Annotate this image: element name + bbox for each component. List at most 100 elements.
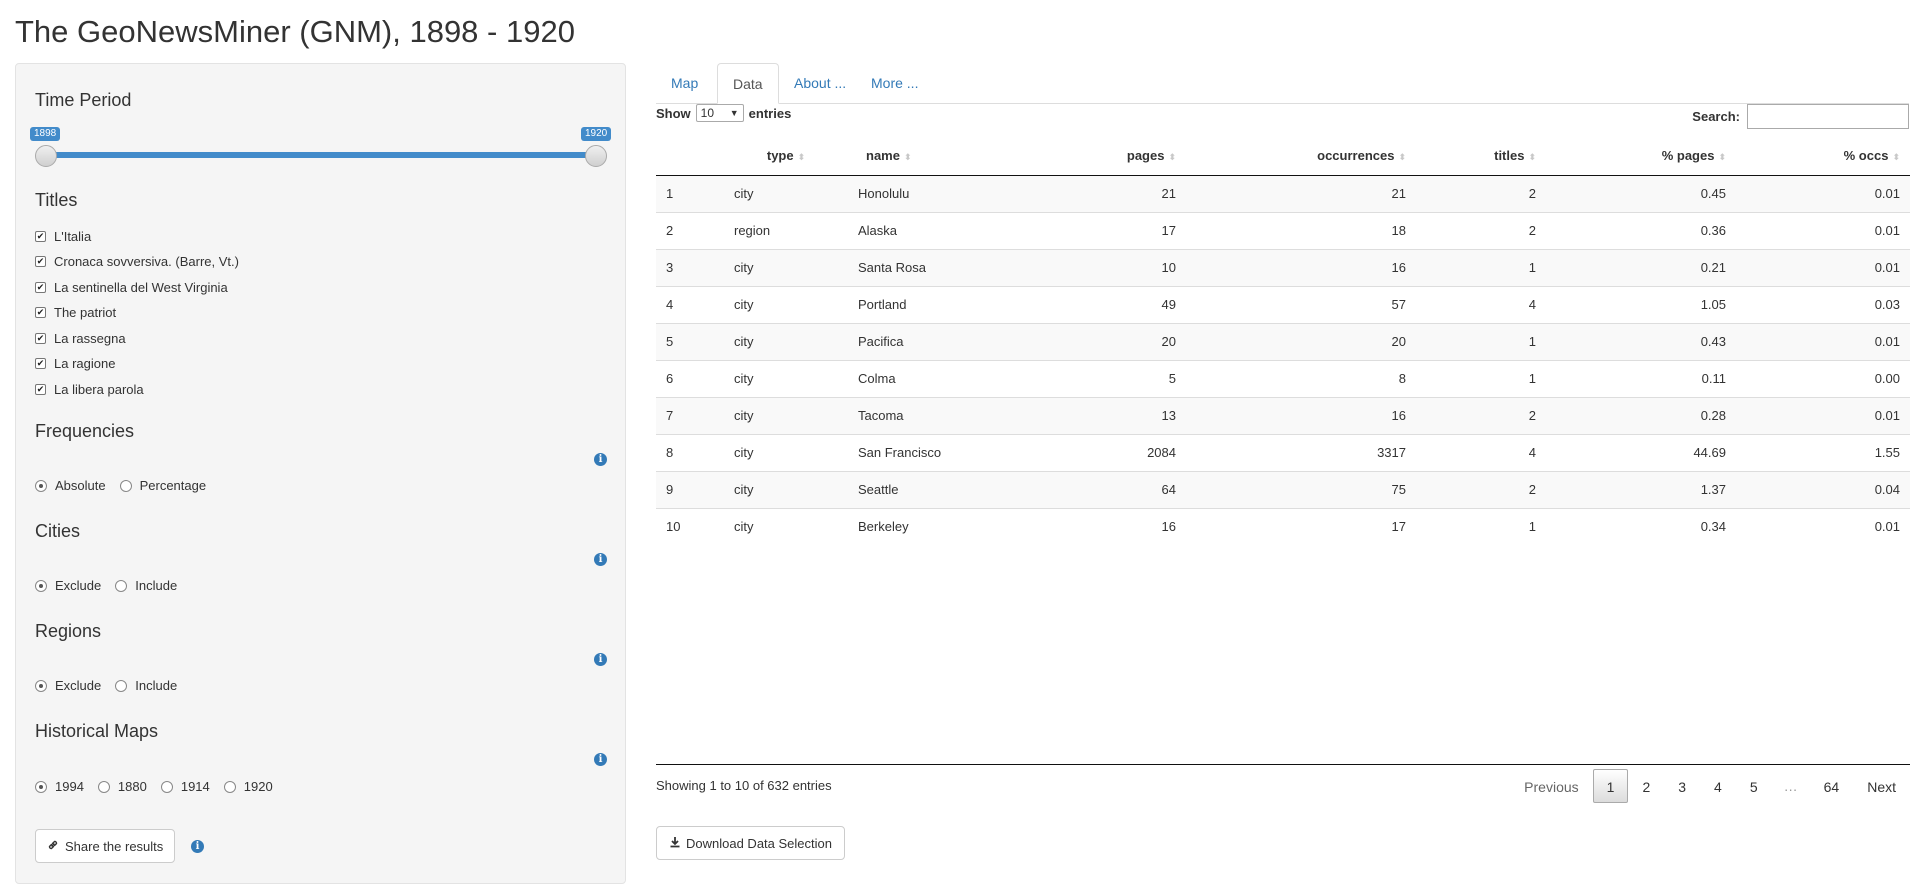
title-checkbox-label: L'Italia bbox=[54, 228, 92, 244]
column-header-occs[interactable]: % occs ⬍ bbox=[1736, 136, 1910, 176]
share-info-icon[interactable]: i bbox=[191, 840, 204, 853]
column-header-titles[interactable]: titles ⬍ bbox=[1416, 136, 1546, 176]
table-cell: 2 bbox=[1416, 470, 1546, 508]
slider-max-handle[interactable] bbox=[585, 145, 607, 167]
table-cell: Honolulu bbox=[848, 174, 1048, 212]
page-button-2[interactable]: 2 bbox=[1628, 769, 1664, 803]
sort-icon[interactable]: ⬍ bbox=[1398, 152, 1406, 162]
title-checkbox-row[interactable]: ✔ The patriot bbox=[35, 304, 116, 322]
page-length-select[interactable]: 10 ▼ bbox=[695, 104, 744, 122]
title-checkbox-row[interactable]: ✔ La sentinella del West Virginia bbox=[35, 278, 228, 296]
table-row[interactable]: 10 city Berkeley 16 17 1 0.34 0.01 bbox=[656, 507, 1910, 545]
column-header-type[interactable]: type ⬍ bbox=[724, 136, 848, 176]
tab-map[interactable]: Map bbox=[656, 63, 713, 104]
tab-data[interactable]: Data bbox=[717, 63, 779, 104]
radio-button[interactable] bbox=[223, 780, 236, 793]
chevron-down-icon: ▼ bbox=[729, 108, 739, 118]
title-checkbox-label: La rassegna bbox=[54, 330, 126, 346]
slider-track[interactable] bbox=[46, 152, 606, 158]
radio-button[interactable] bbox=[35, 479, 47, 492]
share-results-button[interactable]: Share the results bbox=[35, 829, 176, 863]
title-checkbox[interactable]: ✔ bbox=[35, 281, 46, 293]
historical-maps-option-1914[interactable]: 1914 bbox=[160, 779, 210, 794]
title-checkbox[interactable]: ✔ bbox=[35, 358, 46, 369]
column-header-name[interactable]: name ⬍ bbox=[848, 136, 1048, 176]
radio-button[interactable] bbox=[35, 579, 47, 592]
column-header-pages[interactable]: pages ⬍ bbox=[1048, 136, 1186, 176]
page-button-64[interactable]: 64 bbox=[1810, 769, 1854, 803]
sort-icon[interactable]: ⬍ bbox=[1168, 152, 1176, 162]
table-cell: 20 bbox=[1048, 322, 1186, 360]
sort-icon[interactable]: ⬍ bbox=[1528, 152, 1536, 162]
title-checkbox[interactable]: ✔ bbox=[35, 332, 46, 344]
table-row[interactable]: 4 city Portland 49 57 4 1.05 0.03 bbox=[656, 285, 1910, 323]
table-cell: 9 bbox=[656, 470, 724, 508]
page-button-1[interactable]: 1 bbox=[1592, 769, 1629, 803]
search-input[interactable] bbox=[1747, 104, 1909, 129]
radio-button[interactable] bbox=[160, 780, 173, 793]
column-header-occurrences[interactable]: occurrences ⬍ bbox=[1186, 136, 1416, 176]
table-row[interactable]: 2 region Alaska 17 18 2 0.36 0.01 bbox=[656, 211, 1910, 249]
title-checkbox-row[interactable]: ✔ La libera parola bbox=[35, 380, 144, 398]
regions-option-exclude[interactable]: Exclude bbox=[35, 678, 101, 693]
cities-info-icon[interactable]: i bbox=[594, 553, 607, 566]
radio-button[interactable] bbox=[97, 780, 110, 793]
table-cell: 8 bbox=[1186, 359, 1416, 397]
slider-min-handle[interactable] bbox=[35, 145, 57, 167]
table-cell: 16 bbox=[1186, 248, 1416, 286]
table-cell: 18 bbox=[1186, 211, 1416, 249]
previous-page-button[interactable]: Previous bbox=[1510, 769, 1592, 803]
title-checkbox[interactable]: ✔ bbox=[35, 307, 46, 318]
frequencies-option-percentage[interactable]: Percentage bbox=[119, 478, 207, 493]
radio-label: Percentage bbox=[139, 478, 207, 493]
frequencies-info-icon[interactable]: i bbox=[594, 453, 607, 466]
radio-button[interactable] bbox=[119, 479, 132, 492]
radio-button[interactable] bbox=[35, 780, 47, 793]
radio-button[interactable] bbox=[115, 579, 128, 592]
table-row[interactable]: 9 city Seattle 64 75 2 1.37 0.04 bbox=[656, 470, 1910, 508]
title-checkbox[interactable]: ✔ bbox=[35, 230, 46, 242]
title-checkbox[interactable]: ✔ bbox=[35, 383, 46, 395]
page-button-5[interactable]: 5 bbox=[1736, 769, 1772, 803]
radio-button[interactable] bbox=[35, 679, 47, 692]
sort-icon[interactable]: ⬍ bbox=[798, 152, 806, 162]
table-row[interactable]: 8 city San Francisco 2084 3317 4 44.69 1.55 bbox=[656, 433, 1910, 471]
title-checkbox-row[interactable]: ✔ La rassegna bbox=[35, 329, 126, 347]
page-button-4[interactable]: 4 bbox=[1700, 769, 1736, 803]
title-checkbox[interactable]: ✔ bbox=[35, 256, 46, 267]
table-search: Search: bbox=[1692, 104, 1909, 129]
title-checkbox-row[interactable]: ✔ Cronaca sovversiva. (Barre, Vt.) bbox=[35, 253, 239, 271]
historical-maps-option-1994[interactable]: 1994 bbox=[35, 779, 84, 794]
table-cell: 0.01 bbox=[1736, 174, 1910, 212]
historical-maps-option-1880[interactable]: 1880 bbox=[97, 779, 147, 794]
column-header-pages[interactable]: % pages ⬍ bbox=[1546, 136, 1736, 176]
next-page-button[interactable]: Next bbox=[1853, 769, 1910, 803]
table-row[interactable]: 3 city Santa Rosa 10 16 1 0.21 0.01 bbox=[656, 248, 1910, 286]
sort-icon[interactable]: ⬍ bbox=[1892, 152, 1900, 162]
table-row[interactable]: 7 city Tacoma 13 16 2 0.28 0.01 bbox=[656, 396, 1910, 434]
table-row[interactable]: 5 city Pacifica 20 20 1 0.43 0.01 bbox=[656, 322, 1910, 360]
cities-option-include[interactable]: Include bbox=[115, 578, 177, 593]
radio-button[interactable] bbox=[115, 679, 128, 692]
title-checkbox-row[interactable]: ✔ La ragione bbox=[35, 355, 115, 373]
regions-info-icon[interactable]: i bbox=[594, 653, 607, 666]
download-data-button[interactable]: Download Data Selection bbox=[656, 826, 845, 860]
regions-option-include[interactable]: Include bbox=[115, 678, 177, 693]
table-row[interactable]: 6 city Colma 5 8 1 0.11 0.00 bbox=[656, 359, 1910, 397]
table-cell: 1.05 bbox=[1546, 285, 1736, 323]
table-row[interactable]: 1 city Honolulu 21 21 2 0.45 0.01 bbox=[656, 174, 1910, 212]
frequencies-option-absolute[interactable]: Absolute bbox=[35, 478, 106, 493]
historical-maps-info-icon[interactable]: i bbox=[594, 753, 607, 766]
cities-option-exclude[interactable]: Exclude bbox=[35, 578, 101, 593]
sort-icon[interactable]: ⬍ bbox=[904, 152, 912, 162]
page-button-3[interactable]: 3 bbox=[1664, 769, 1700, 803]
tab-more[interactable]: More ... bbox=[856, 63, 933, 104]
table-cell: 8 bbox=[656, 433, 724, 471]
page-title: The GeoNewsMiner (GNM), 1898 - 1920 bbox=[15, 14, 575, 49]
table-cell: 0.11 bbox=[1546, 359, 1736, 397]
tab-about[interactable]: About ... bbox=[779, 63, 861, 104]
sort-icon[interactable]: ⬍ bbox=[1718, 152, 1726, 162]
title-checkbox-row[interactable]: ✔ L'Italia bbox=[35, 227, 91, 245]
table-cell: city bbox=[724, 248, 848, 286]
historical-maps-option-1920[interactable]: 1920 bbox=[223, 779, 273, 794]
